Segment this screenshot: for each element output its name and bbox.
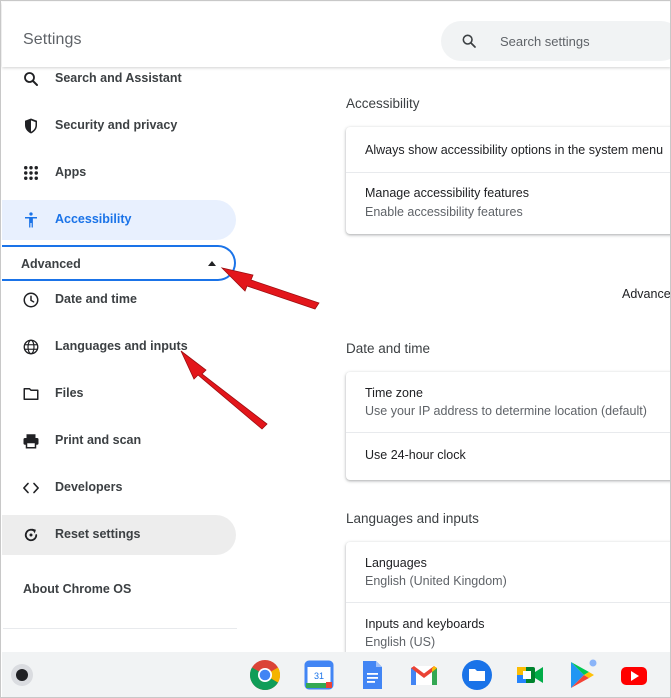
section-title-accessibility: Accessibility (346, 96, 420, 111)
sidebar-item-accessibility[interactable]: Accessibility (2, 200, 236, 240)
files-icon[interactable] (461, 659, 493, 691)
sidebar-item-label: Search and Assistant (55, 71, 182, 85)
section-title-date-and-time: Date and time (346, 341, 431, 356)
svg-text:31: 31 (314, 671, 324, 681)
search-placeholder: Search settings (500, 34, 590, 49)
search-icon (462, 34, 476, 48)
caret-up-icon (208, 261, 216, 266)
accessibility-card: Always show accessibility options in the… (346, 127, 670, 234)
search-icon (24, 72, 38, 86)
chrome-icon[interactable] (249, 659, 281, 691)
row-subtitle: English (United Kingdom) (365, 574, 507, 588)
advanced-section-label: Advanced (622, 287, 671, 301)
manage-accessibility-row[interactable]: Manage accessibility features Enable acc… (346, 173, 670, 234)
advanced-toggle[interactable]: Advanced (2, 245, 236, 281)
launcher-button[interactable] (11, 664, 33, 686)
row-title: Always show accessibility options in the… (365, 143, 664, 157)
shelf: 31 (2, 652, 670, 697)
sidebar-item-reset-settings[interactable]: Reset settings (2, 515, 236, 555)
code-icon (23, 482, 39, 494)
languages-row[interactable]: Languages English (United Kingdom) (346, 542, 670, 602)
calendar-icon[interactable]: 31 (303, 659, 335, 691)
row-title: Use 24-hour clock (365, 448, 466, 462)
date-and-time-card: Time zone Use your IP address to determi… (346, 372, 670, 480)
sidebar-item-label: Date and time (55, 292, 137, 306)
folder-icon (23, 388, 39, 400)
youtube-icon[interactable] (618, 659, 650, 691)
sidebar-item-label: Developers (55, 480, 123, 494)
row-title: Time zone (365, 386, 423, 400)
sidebar: Search and Assistant Security and privac… (2, 67, 242, 653)
accessibility-icon (25, 212, 37, 228)
section-title-languages-and-inputs: Languages and inputs (346, 511, 479, 526)
play-store-icon[interactable] (566, 659, 598, 691)
globe-icon (23, 339, 39, 355)
sidebar-item-security-and-privacy[interactable]: Security and privacy (2, 106, 236, 146)
search-input[interactable]: Search settings (441, 21, 670, 61)
apps-grid-icon (24, 166, 38, 180)
settings-window: Settings Search settings Search and Assi… (0, 0, 671, 698)
sidebar-item-label: Reset settings (55, 527, 141, 541)
row-title: Languages (365, 556, 427, 570)
time-zone-row[interactable]: Time zone Use your IP address to determi… (346, 372, 670, 432)
sidebar-item-label: Print and scan (55, 433, 142, 447)
sidebar-item-apps[interactable]: Apps (2, 153, 236, 193)
advanced-label: Advanced (21, 257, 81, 271)
header-bar: Settings Search settings (2, 2, 670, 67)
printer-icon (23, 434, 39, 449)
sidebar-divider (3, 628, 237, 629)
sidebar-item-label: Security and privacy (55, 118, 178, 132)
sidebar-item-label: Languages and inputs (55, 339, 188, 353)
sidebar-item-label: Apps (55, 165, 87, 179)
sidebar-item-files[interactable]: Files (2, 374, 236, 414)
accessibility-menu-row[interactable]: Always show accessibility options in the… (346, 127, 670, 172)
reset-icon (24, 528, 38, 542)
sidebar-item-print-and-scan[interactable]: Print and scan (2, 421, 236, 461)
sidebar-item-label: Accessibility (55, 212, 132, 226)
row-subtitle: Enable accessibility features (365, 205, 523, 219)
row-subtitle: Use your IP address to determine locatio… (365, 404, 647, 418)
app-title: Settings (23, 31, 82, 48)
use-24-hour-clock-row[interactable]: Use 24-hour clock (346, 433, 670, 480)
docs-icon[interactable] (356, 659, 388, 691)
sidebar-item-label: Files (55, 386, 84, 400)
meet-icon[interactable] (514, 659, 546, 691)
gmail-icon[interactable] (408, 659, 440, 691)
clock-icon (23, 292, 39, 308)
row-title: Inputs and keyboards (365, 617, 485, 631)
row-subtitle: English (US) (365, 635, 436, 649)
sidebar-item-languages-and-inputs[interactable]: Languages and inputs (2, 327, 236, 367)
row-title: Manage accessibility features (365, 186, 529, 200)
shield-icon (25, 118, 37, 134)
sidebar-item-developers[interactable]: Developers (2, 468, 236, 508)
sidebar-item-date-and-time[interactable]: Date and time (2, 280, 236, 320)
sidebar-item-about-chrome-os[interactable]: About Chrome OS (23, 582, 131, 596)
